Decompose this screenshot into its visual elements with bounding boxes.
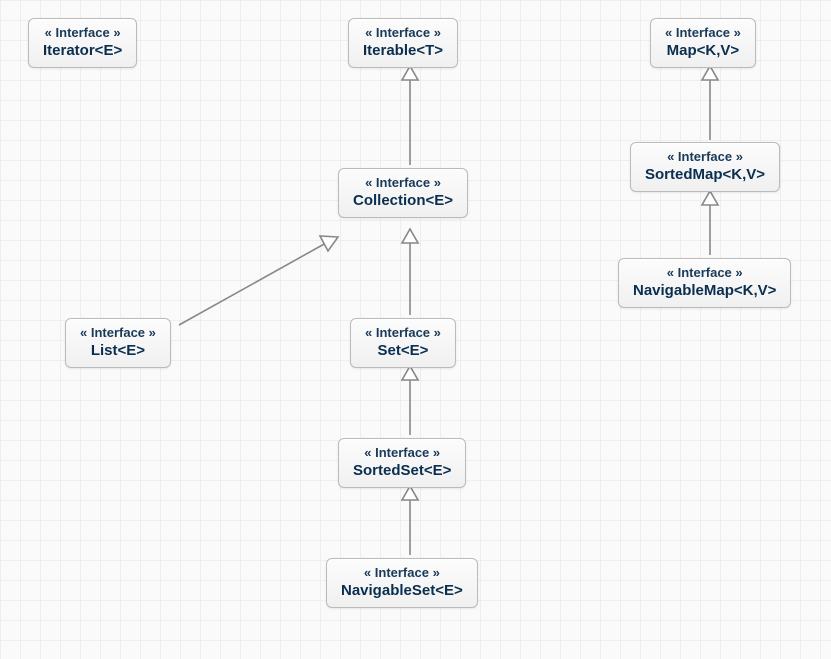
arrowhead-icon	[702, 191, 718, 205]
classname-label: Iterator<E>	[43, 42, 122, 59]
node-sortedset: « Interface » SortedSet<E>	[338, 438, 466, 488]
arrowhead-icon	[402, 366, 418, 380]
stereotype-label: « Interface »	[353, 445, 451, 460]
node-map: « Interface » Map<K,V>	[650, 18, 756, 68]
node-collection: « Interface » Collection<E>	[338, 168, 468, 218]
node-navigableset: « Interface » NavigableSet<E>	[326, 558, 478, 608]
stereotype-label: « Interface »	[80, 325, 156, 340]
classname-label: Iterable<T>	[363, 42, 443, 59]
node-sortedmap: « Interface » SortedMap<K,V>	[630, 142, 780, 192]
arrowhead-icon	[402, 486, 418, 500]
stereotype-label: « Interface »	[633, 265, 776, 280]
stereotype-label: « Interface »	[363, 25, 443, 40]
node-set: « Interface » Set<E>	[350, 318, 456, 368]
stereotype-label: « Interface »	[341, 565, 463, 580]
node-iterable: « Interface » Iterable<T>	[348, 18, 458, 68]
arrowhead-icon	[402, 229, 418, 243]
stereotype-label: « Interface »	[353, 175, 453, 190]
stereotype-label: « Interface »	[365, 325, 441, 340]
classname-label: NavigableMap<K,V>	[633, 282, 776, 299]
classname-label: Set<E>	[365, 342, 441, 359]
edge-list-collection	[179, 243, 326, 325]
classname-label: Map<K,V>	[665, 42, 741, 59]
classname-label: SortedMap<K,V>	[645, 166, 765, 183]
arrowhead-icon	[320, 236, 338, 251]
stereotype-label: « Interface »	[645, 149, 765, 164]
node-iterator: « Interface » Iterator<E>	[28, 18, 137, 68]
arrowhead-icon	[402, 66, 418, 80]
arrowhead-icon	[702, 66, 718, 80]
stereotype-label: « Interface »	[43, 25, 122, 40]
classname-label: SortedSet<E>	[353, 462, 451, 479]
stereotype-label: « Interface »	[665, 25, 741, 40]
classname-label: Collection<E>	[353, 192, 453, 209]
node-navigablemap: « Interface » NavigableMap<K,V>	[618, 258, 791, 308]
classname-label: NavigableSet<E>	[341, 582, 463, 599]
node-list: « Interface » List<E>	[65, 318, 171, 368]
classname-label: List<E>	[80, 342, 156, 359]
